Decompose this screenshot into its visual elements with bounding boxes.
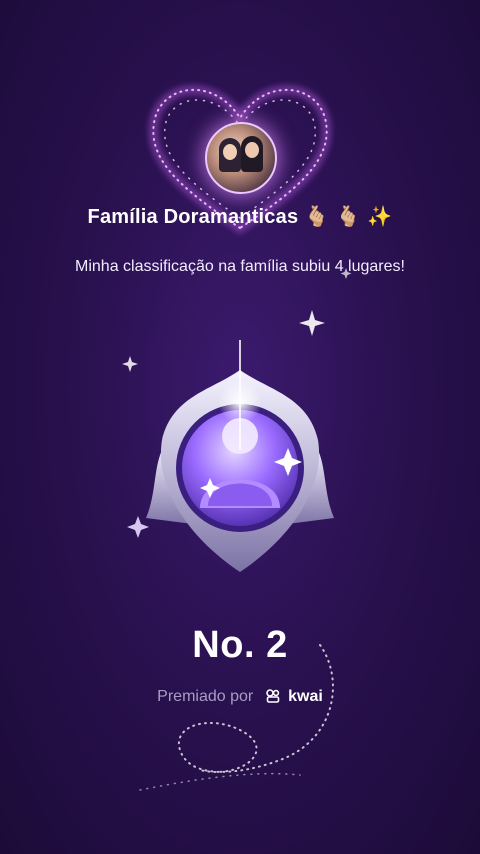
family-title: Família Doramanticas 🫰🏼 🫰🏼 ✨	[0, 204, 480, 229]
family-name: Família Doramanticas	[87, 206, 299, 228]
rank-message: Minha classificação na família subiu 4 l…	[75, 258, 405, 275]
rank-badge-icon	[146, 340, 334, 572]
sparkle-trail	[139, 644, 334, 791]
family-avatar	[205, 122, 277, 194]
family-emojis: 🫰🏼 🫰🏼 ✨	[304, 204, 393, 228]
